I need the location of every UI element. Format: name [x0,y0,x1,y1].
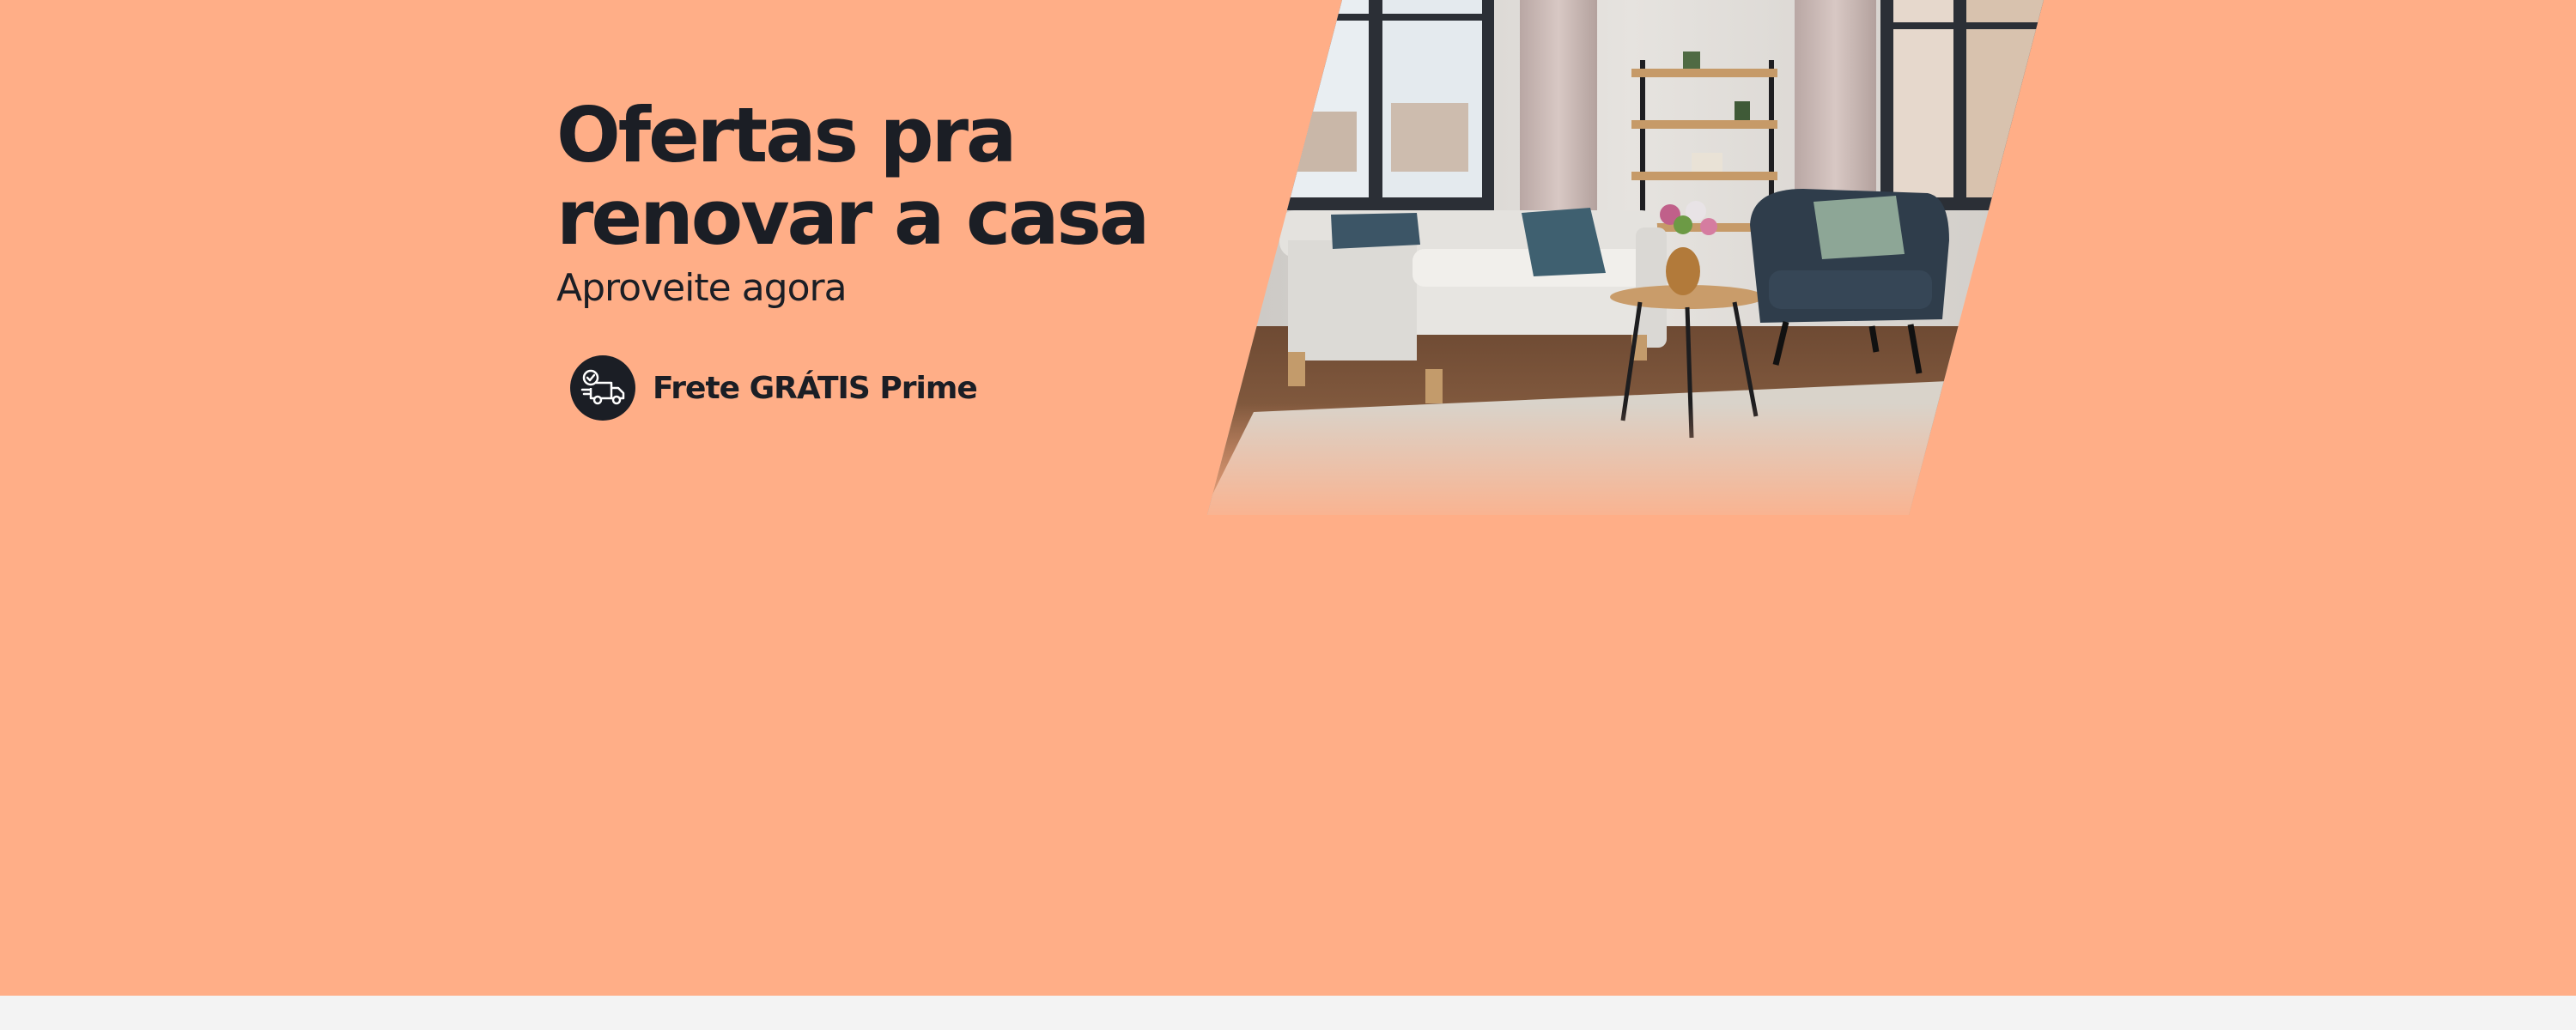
free-shipping-badge: Frete GRÁTIS Prime [570,355,978,421]
delivery-truck-icon [570,355,635,421]
headline-line-1: Ofertas pra [556,91,1017,179]
living-room-photo [1202,0,2061,515]
banner-subheadline: Aproveite agora [556,266,848,310]
banner-headline: Ofertas pra renovar a casa [556,94,1209,259]
promo-banner[interactable]: Ofertas pra renovar a casa Aproveite ago… [0,0,2576,996]
free-shipping-label: Frete GRÁTIS Prime [653,370,978,406]
banner-text-block: Ofertas pra renovar a casa Aproveite ago… [556,94,1209,312]
page-background-strip [0,996,2576,1030]
headline-line-2: renovar a casa [556,173,1150,262]
